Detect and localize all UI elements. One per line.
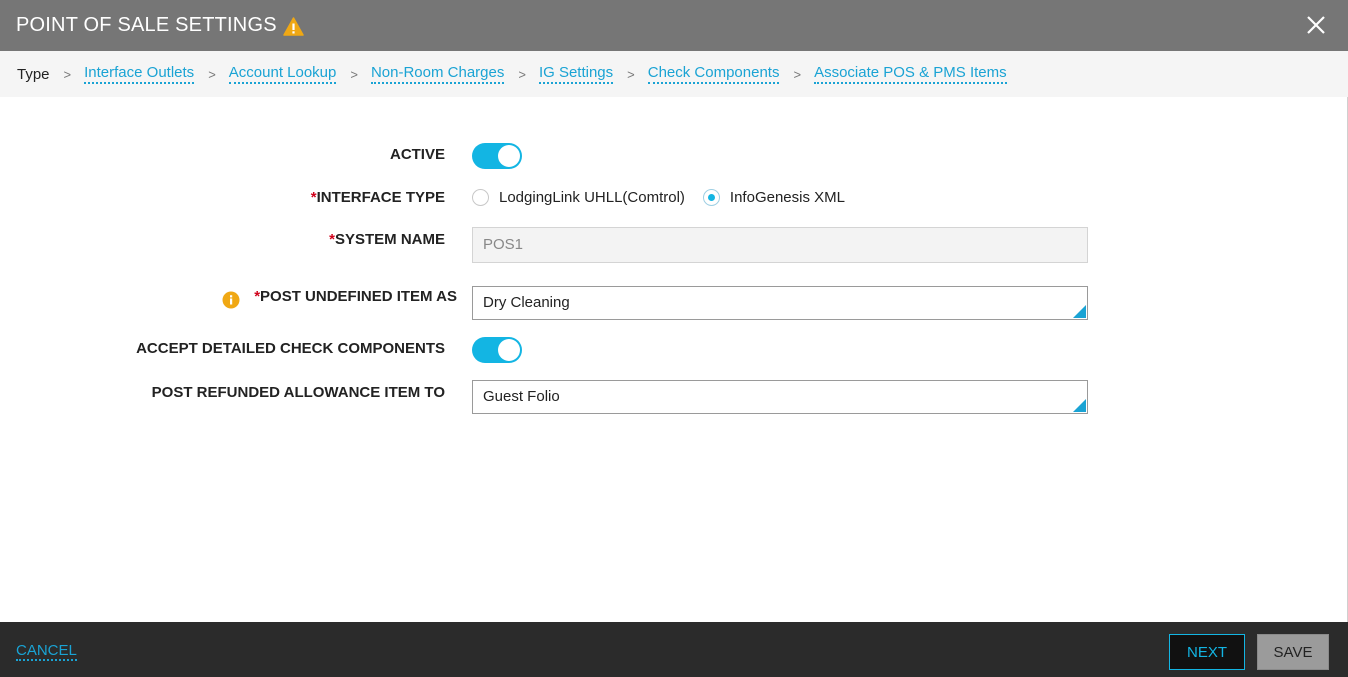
active-label: ACTIVE	[389, 146, 445, 163]
post-undefined-item-select[interactable]: Dry Cleaning	[472, 286, 1088, 320]
accept-detailed-toggle[interactable]	[472, 337, 522, 363]
dialog-footer: CANCEL NEXT SAVE	[0, 622, 1348, 677]
cancel-button[interactable]: CANCEL	[16, 642, 77, 661]
breadcrumb-link-ig-settings[interactable]: IG Settings	[538, 64, 614, 84]
breadcrumb: Type > Interface Outlets > Account Looku…	[0, 51, 1348, 97]
breadcrumb-link-non-room-charges[interactable]: Non-Room Charges	[370, 64, 505, 84]
system-name-label-text: SYSTEM NAME	[334, 231, 445, 248]
toggle-knob	[498, 339, 520, 361]
interface-type-radio-group: LodgingLink UHLL(Comtrol) InfoGenesis XM…	[472, 189, 863, 206]
breadcrumb-separator: >	[627, 66, 635, 82]
post-undefined-item-label-text: POST UNDEFINED ITEM AS	[260, 288, 457, 305]
settings-form: ACTIVE *INTERFACE TYPE LodgingLink UHLL(…	[0, 97, 1348, 622]
toggle-knob	[498, 145, 520, 167]
interface-type-label-text: INTERFACE TYPE	[316, 189, 445, 206]
dialog-header: POINT OF SALE SETTINGS	[0, 0, 1348, 51]
breadcrumb-link-interface-outlets[interactable]: Interface Outlets	[84, 64, 195, 84]
warning-triangle-icon	[283, 17, 304, 36]
breadcrumb-separator: >	[518, 66, 526, 82]
breadcrumb-link-associate-pos-pms-items[interactable]: Associate POS & PMS Items	[814, 64, 1007, 84]
post-refunded-value: Guest Folio	[483, 388, 560, 405]
breadcrumb-separator: >	[208, 66, 216, 82]
active-toggle[interactable]	[472, 143, 522, 169]
dialog-title: POINT OF SALE SETTINGS	[16, 14, 277, 36]
save-button[interactable]: SAVE	[1257, 634, 1329, 670]
system-name-label: *SYSTEM NAME	[329, 231, 445, 248]
system-name-input: POS1	[472, 227, 1088, 263]
accept-detailed-label: ACCEPT DETAILED CHECK COMPONENTS	[136, 340, 445, 357]
next-button[interactable]: NEXT	[1169, 634, 1245, 670]
radio-lodginglink-label[interactable]: LodgingLink UHLL(Comtrol)	[499, 189, 685, 206]
info-icon[interactable]	[222, 291, 240, 309]
breadcrumb-link-account-lookup[interactable]: Account Lookup	[228, 64, 337, 84]
breadcrumb-current: Type	[17, 65, 50, 83]
breadcrumb-link-check-components[interactable]: Check Components	[647, 64, 780, 84]
interface-type-label: *INTERFACE TYPE	[311, 189, 445, 206]
radio-lodginglink[interactable]	[472, 189, 489, 206]
post-refunded-select[interactable]: Guest Folio	[472, 380, 1088, 414]
breadcrumb-separator: >	[63, 66, 72, 82]
breadcrumb-separator: >	[350, 66, 358, 82]
dropdown-corner-icon	[1073, 305, 1086, 318]
post-refunded-label: POST REFUNDED ALLOWANCE ITEM TO	[151, 384, 445, 401]
breadcrumb-separator: >	[793, 66, 802, 82]
radio-infogenesis[interactable]	[702, 189, 720, 206]
radio-infogenesis-label[interactable]: InfoGenesis XML	[730, 189, 845, 206]
close-icon[interactable]	[1304, 13, 1328, 37]
post-undefined-item-value: Dry Cleaning	[483, 294, 570, 311]
dropdown-corner-icon	[1073, 399, 1086, 412]
post-undefined-item-label: *POST UNDEFINED ITEM AS	[254, 288, 457, 305]
